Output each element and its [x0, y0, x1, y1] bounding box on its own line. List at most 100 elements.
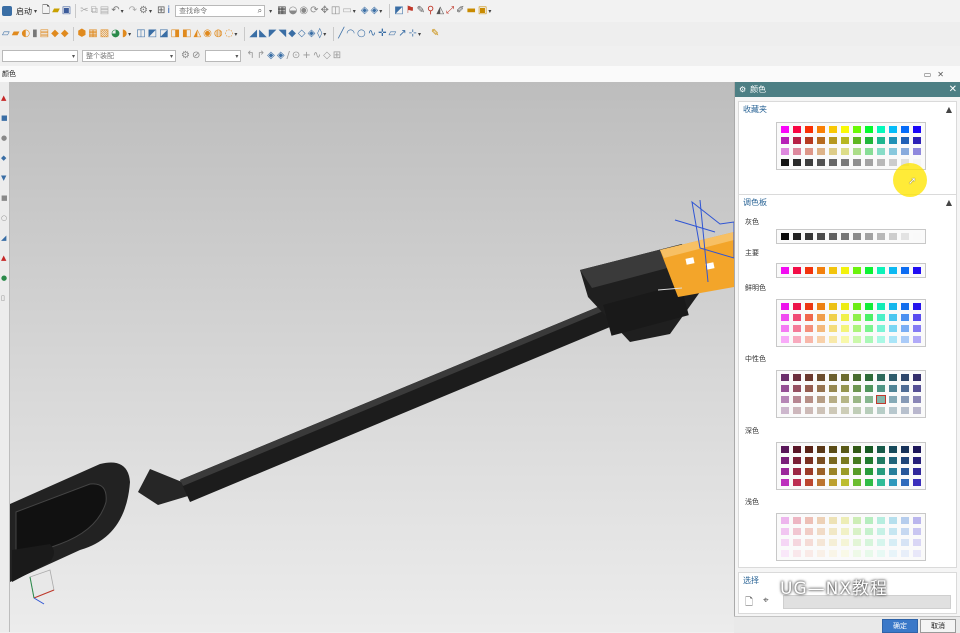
color-swatch[interactable] — [913, 374, 921, 381]
color-swatch[interactable] — [853, 446, 861, 453]
color-swatch[interactable] — [901, 396, 909, 403]
color-swatch[interactable] — [841, 385, 849, 392]
resource-icon[interactable]: ◢ — [1, 234, 9, 242]
color-swatch[interactable] — [829, 385, 837, 392]
color-swatch[interactable] — [817, 126, 825, 133]
color-swatch[interactable] — [805, 468, 813, 475]
color-swatch[interactable] — [877, 325, 885, 332]
snap-control-icon[interactable]: ◈ — [267, 51, 275, 61]
color-swatch[interactable] — [793, 479, 801, 486]
color-swatch[interactable] — [877, 267, 885, 274]
color-swatch[interactable] — [865, 539, 873, 546]
color-swatch[interactable] — [781, 396, 789, 403]
color-swatch[interactable] — [829, 550, 837, 557]
grid-select-icon[interactable]: ▦ — [277, 6, 286, 16]
snap-intersection-icon[interactable]: ◈ — [277, 51, 285, 61]
color-swatch[interactable] — [901, 468, 909, 475]
resource-icon[interactable]: ■ — [1, 114, 9, 122]
color-swatch[interactable] — [781, 267, 789, 274]
color-swatch[interactable] — [793, 267, 801, 274]
dimension-icon[interactable]: ▬ — [466, 6, 475, 16]
pattern-icon[interactable]: ◪ — [159, 29, 168, 39]
color-swatch[interactable] — [793, 159, 801, 166]
color-swatch[interactable] — [781, 303, 789, 310]
color-swatch[interactable] — [877, 528, 885, 535]
gear-icon[interactable]: ⚙ — [739, 85, 746, 94]
resource-icon[interactable]: ● — [1, 134, 9, 142]
color-swatch[interactable] — [805, 385, 813, 392]
color-swatch[interactable] — [829, 457, 837, 464]
line-icon[interactable]: ╱ — [338, 29, 344, 39]
color-swatch[interactable] — [805, 336, 813, 343]
color-swatch[interactable] — [913, 457, 921, 464]
color-swatch[interactable] — [793, 137, 801, 144]
color-swatch[interactable] — [817, 407, 825, 414]
color-swatch[interactable] — [877, 148, 885, 155]
color-swatch[interactable] — [889, 539, 897, 546]
color-swatch[interactable] — [853, 374, 861, 381]
color-swatch[interactable] — [901, 325, 909, 332]
color-swatch[interactable] — [781, 550, 789, 557]
color-swatch[interactable] — [781, 528, 789, 535]
color-swatch[interactable] — [829, 468, 837, 475]
color-swatch[interactable] — [865, 303, 873, 310]
color-swatch[interactable] — [817, 396, 825, 403]
usb-cable-model[interactable] — [10, 82, 734, 632]
neutral-swatch-grid[interactable] — [776, 370, 926, 418]
color-swatch[interactable] — [817, 148, 825, 155]
color-swatch[interactable] — [865, 325, 873, 332]
color-swatch[interactable] — [841, 539, 849, 546]
circle-icon[interactable]: ○ — [357, 29, 366, 39]
box-icon[interactable]: ▣ — [478, 6, 487, 16]
color-swatch[interactable] — [805, 325, 813, 332]
color-swatch[interactable] — [805, 517, 813, 524]
color-swatch[interactable] — [901, 407, 909, 414]
color-swatch[interactable] — [865, 137, 873, 144]
split-body-icon[interactable]: ◭ — [193, 29, 201, 39]
ok-button[interactable]: 确定 — [882, 619, 918, 633]
color-swatch[interactable] — [817, 385, 825, 392]
color-swatch[interactable] — [889, 126, 897, 133]
snap-midpoint-icon[interactable]: ↱ — [257, 51, 265, 61]
snap-quadrant-icon[interactable]: ⊙ — [292, 51, 300, 61]
color-swatch[interactable] — [793, 528, 801, 535]
tab-color[interactable]: 颜色 — [2, 69, 16, 79]
snap-filter-select[interactable]: ▾ — [205, 50, 242, 62]
color-swatch[interactable] — [781, 148, 789, 155]
wrench-icon[interactable]: ✎ — [417, 6, 425, 16]
snap-on-face-icon[interactable]: ◇ — [323, 51, 331, 61]
subtract-icon[interactable]: ◍ — [214, 29, 223, 39]
chevron-down-icon[interactable]: ▾ — [488, 8, 491, 15]
color-swatch[interactable] — [877, 479, 885, 486]
color-swatch[interactable] — [889, 148, 897, 155]
color-swatch[interactable] — [817, 336, 825, 343]
color-swatch[interactable] — [889, 374, 897, 381]
color-swatch[interactable] — [877, 550, 885, 557]
color-swatch[interactable] — [817, 267, 825, 274]
color-swatch[interactable] — [793, 457, 801, 464]
color-swatch[interactable] — [781, 325, 789, 332]
chevron-up-icon[interactable]: ▲ — [946, 105, 952, 114]
color-swatch[interactable] — [853, 528, 861, 535]
color-swatch[interactable] — [889, 303, 897, 310]
chevron-down-icon[interactable]: ▾ — [269, 8, 272, 15]
pad-icon[interactable]: ◆ — [61, 29, 69, 39]
color-swatch[interactable] — [793, 303, 801, 310]
color-swatch[interactable] — [877, 303, 885, 310]
color-swatch[interactable] — [793, 148, 801, 155]
resource-icon[interactable]: ◆ — [1, 154, 9, 162]
chevron-down-icon[interactable]: ▾ — [121, 8, 124, 15]
color-swatch[interactable] — [901, 550, 909, 557]
color-swatch[interactable] — [817, 457, 825, 464]
color-swatch[interactable] — [877, 233, 885, 240]
color-swatch[interactable] — [781, 407, 789, 414]
patch-icon[interactable]: ◥ — [278, 29, 286, 39]
color-swatch[interactable] — [889, 468, 897, 475]
color-swatch[interactable] — [877, 517, 885, 524]
command-search-input[interactable]: 查找命令 ⌕ — [175, 5, 266, 17]
new-file-icon[interactable]: 🗋 — [42, 6, 50, 16]
chevron-down-icon[interactable]: ▾ — [149, 8, 152, 15]
color-swatch[interactable] — [853, 517, 861, 524]
color-swatch[interactable] — [805, 126, 813, 133]
extrude-icon[interactable]: ▰ — [12, 29, 20, 39]
